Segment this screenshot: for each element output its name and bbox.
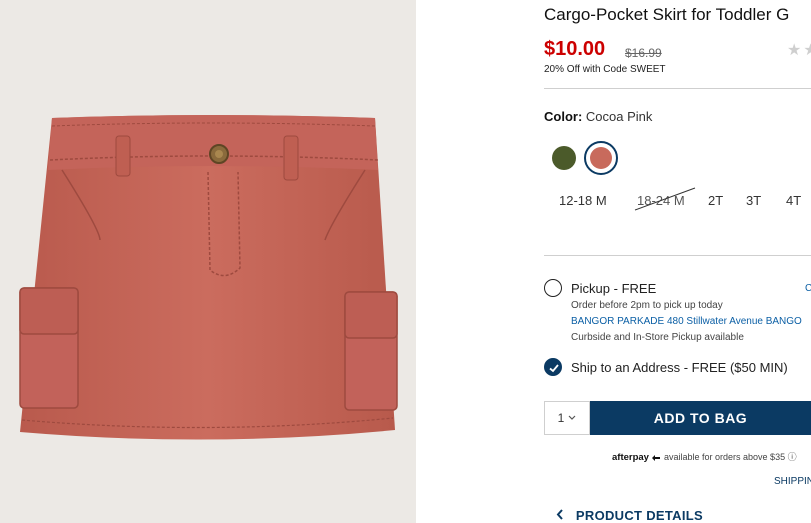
swatch-cocoa-pink[interactable] (590, 147, 612, 169)
info-icon[interactable]: ⓘ (788, 452, 797, 462)
size-option[interactable]: 12-18 M (559, 193, 607, 208)
unavailable-strike-icon (634, 187, 696, 211)
product-title: Cargo-Pocket Skirt for Toddler G (544, 5, 790, 24)
pickup-radio[interactable] (544, 279, 562, 297)
color-label-prefix: Color: (544, 109, 583, 124)
chevron-down-icon (568, 415, 576, 420)
size-option[interactable]: 4T (786, 193, 801, 208)
size-option[interactable]: 2T (708, 193, 723, 208)
store-link[interactable]: BANGOR PARKADE 480 Stillwater Avenue BAN… (571, 316, 802, 327)
product-image[interactable] (0, 0, 416, 523)
promo-text: 20% Off with Code SWEET (544, 64, 666, 75)
add-to-bag-button[interactable]: ADD TO BAG (590, 401, 811, 435)
afterpay-info: afterpay available for orders above $35 … (612, 450, 797, 463)
divider (544, 255, 811, 256)
pickup-options: Curbside and In-Store Pickup available (571, 332, 744, 343)
ship-radio[interactable] (544, 358, 562, 376)
original-price: $16.99 (625, 46, 662, 60)
quantity-select[interactable]: 1 (544, 401, 590, 435)
sale-price: $10.00 (544, 38, 606, 60)
chevron-left-icon (556, 509, 563, 520)
check-icon (549, 364, 559, 373)
afterpay-text: available for orders above $35 (664, 452, 786, 462)
rating-stars[interactable]: ★★ (787, 40, 811, 60)
star-icon: ★★ (787, 42, 811, 59)
pickup-title: Pickup - FREE (571, 281, 657, 296)
selected-color-name: Cocoa Pink (585, 109, 653, 124)
skirt-illustration (19, 115, 398, 440)
pickup-note: Order before 2pm to pick up today (571, 300, 723, 311)
shipping-link[interactable]: SHIPPIN (774, 476, 811, 487)
size-option[interactable]: 3T (746, 193, 761, 208)
afterpay-icon (652, 454, 661, 461)
divider (544, 88, 811, 89)
change-store-link[interactable]: C (805, 283, 811, 294)
quantity-value: 1 (557, 411, 565, 425)
afterpay-logo: afterpay (612, 452, 649, 463)
product-details-toggle[interactable]: PRODUCT DETAILS (556, 508, 703, 523)
swatch-olive[interactable] (552, 146, 576, 170)
color-label: Color: Cocoa Pink (544, 109, 652, 124)
product-details-label: PRODUCT DETAILS (575, 508, 703, 523)
ship-title: Ship to an Address - FREE ($50 MIN) (571, 360, 788, 375)
